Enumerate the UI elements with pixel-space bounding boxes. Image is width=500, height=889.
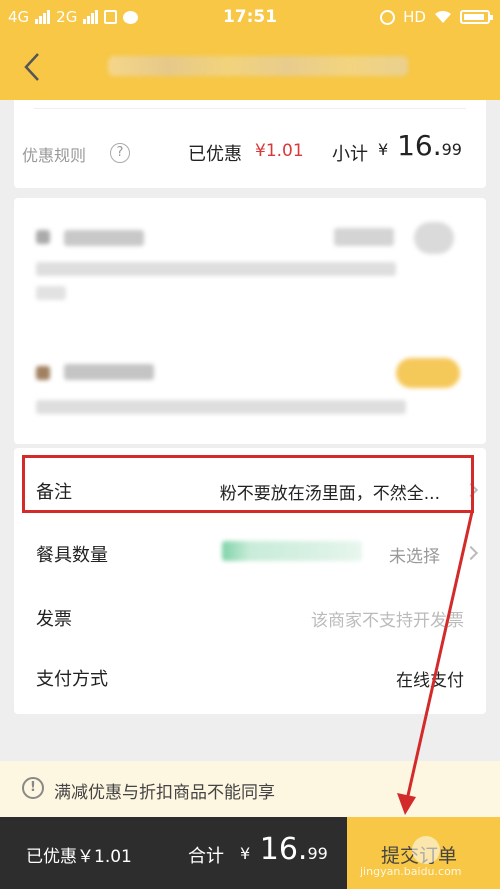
total-value: ¥ 16.99 <box>240 832 328 867</box>
discount-rules-label[interactable]: 优惠规则 <box>22 142 86 166</box>
annotation-highlight-box <box>22 455 474 513</box>
blurred-toggle <box>414 222 454 254</box>
blurred-text <box>64 230 144 246</box>
payment-method-label[interactable]: 支付方式 <box>36 665 108 691</box>
wifi-icon <box>435 10 451 23</box>
invoice-value: 该商家不支持开发票 <box>311 611 464 631</box>
blurred-text <box>222 541 362 561</box>
blurred-text <box>36 286 66 300</box>
chevron-left-icon[interactable] <box>16 50 50 84</box>
blurred-icon <box>36 230 50 244</box>
total-label: 合计 <box>188 846 224 867</box>
divider <box>34 108 466 109</box>
subtotal-label: 小计 <box>332 144 368 165</box>
blurred-text <box>36 400 406 414</box>
payment-method-value[interactable]: 在线支付 <box>396 666 464 691</box>
blurred-info-card <box>14 198 486 444</box>
blurred-text <box>64 364 154 380</box>
status-bar: 4G 2G 17:51 HD <box>0 0 500 34</box>
notice-bar: ! 满减优惠与折扣商品不能同享 <box>0 761 500 817</box>
bottom-discount-text: 已优惠￥1.01 <box>26 847 132 867</box>
help-icon[interactable]: ? <box>110 143 130 163</box>
discount-value: ¥1.01 <box>255 141 304 161</box>
blurred-text <box>36 262 396 276</box>
blurred-icon <box>36 366 50 380</box>
tableware-label[interactable]: 餐具数量 <box>36 541 108 567</box>
blurred-toggle <box>396 358 460 388</box>
page-title-blurred <box>108 56 408 76</box>
warning-icon: ! <box>22 777 44 799</box>
blurred-text <box>334 228 394 246</box>
alarm-icon <box>380 9 396 25</box>
battery-icon <box>460 10 493 24</box>
title-bar <box>0 34 500 100</box>
subtotal-value: ¥ 16.99 <box>378 129 462 162</box>
hd-label: HD <box>403 8 426 26</box>
watermark-text: jingyan.baidu.com <box>360 865 462 878</box>
invoice-label: 发票 <box>36 609 72 630</box>
baidu-paw-watermark-icon <box>412 836 440 864</box>
tableware-value[interactable]: 未选择 <box>389 542 440 567</box>
notice-text: 满减优惠与折扣商品不能同享 <box>54 783 275 803</box>
discount-label: 已优惠 <box>188 144 242 165</box>
